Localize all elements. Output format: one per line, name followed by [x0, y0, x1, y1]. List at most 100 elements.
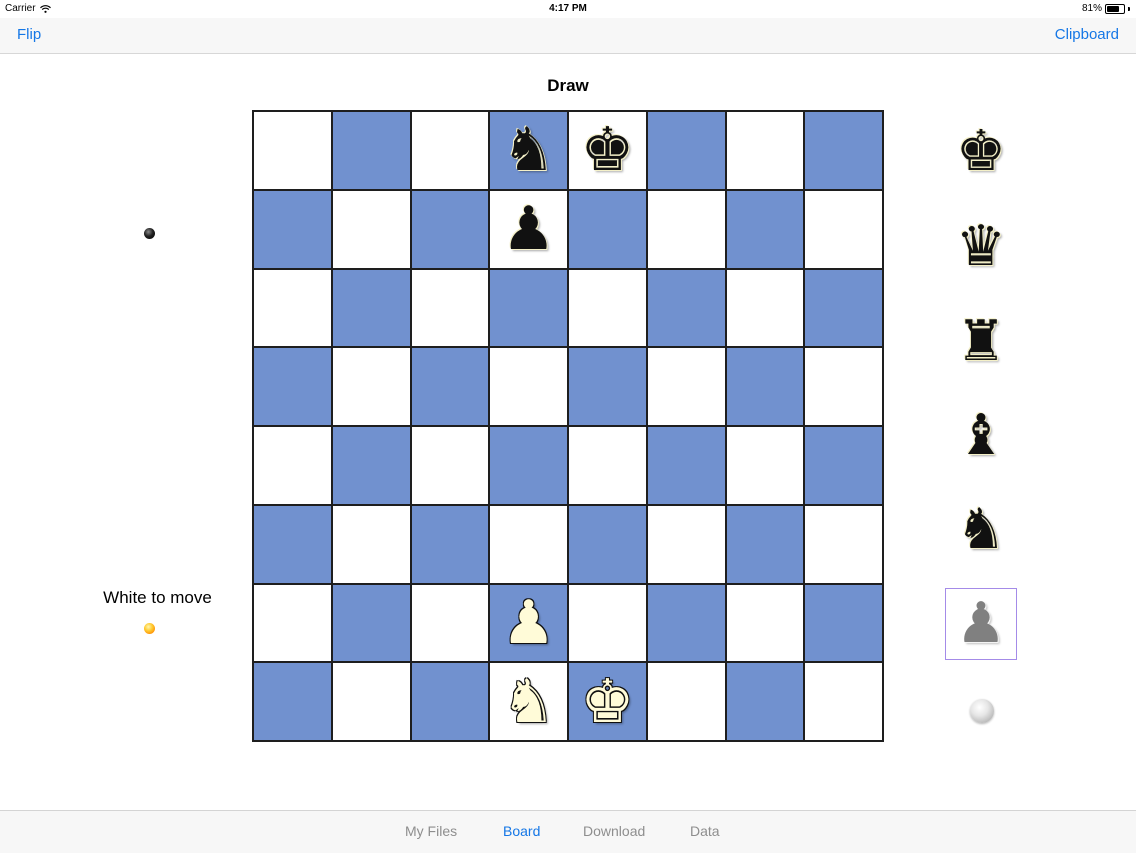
- square-c3[interactable]: [410, 504, 490, 584]
- black-rook-icon: ♜: [955, 309, 1007, 374]
- palette-rook-button[interactable]: ♜: [945, 306, 1017, 378]
- black-knight-icon: ♞: [501, 115, 556, 186]
- square-f5[interactable]: [646, 347, 726, 426]
- square-f2[interactable]: [646, 583, 726, 663]
- square-a1[interactable]: [253, 662, 332, 741]
- square-d3[interactable]: [489, 504, 568, 584]
- square-e5[interactable]: [568, 347, 647, 426]
- chess-board[interactable]: ♞ ♚ ♟ ♟ ♞ ♚: [252, 110, 884, 742]
- white-knight-icon: ♞: [501, 666, 556, 737]
- status-bar: Carrier 4:17 PM 81%: [0, 0, 1136, 18]
- square-f3[interactable]: [646, 504, 726, 584]
- square-a3[interactable]: [253, 504, 332, 584]
- square-d1[interactable]: ♞: [489, 662, 568, 741]
- square-d7[interactable]: ♟: [489, 189, 568, 269]
- white-pawn-icon: ♟: [501, 587, 556, 658]
- square-g3[interactable]: [725, 504, 805, 584]
- square-e1[interactable]: ♚: [568, 662, 647, 741]
- palette-pawn-button[interactable]: ♟: [945, 588, 1017, 660]
- clipboard-button[interactable]: Clipboard: [1055, 26, 1119, 43]
- square-a4[interactable]: [253, 426, 332, 505]
- battery-indicator: 81%: [1082, 3, 1130, 14]
- palette-king-button[interactable]: ♚: [945, 116, 1017, 188]
- square-a2[interactable]: [253, 583, 332, 663]
- square-d2[interactable]: ♟: [489, 583, 568, 663]
- square-f4[interactable]: [646, 426, 726, 505]
- square-h2[interactable]: [804, 583, 883, 663]
- palette-queen-button[interactable]: ♛: [945, 211, 1017, 283]
- piece-color-toggle-icon[interactable]: [970, 699, 994, 723]
- square-c7[interactable]: [410, 189, 490, 269]
- tab-download[interactable]: Download: [583, 823, 645, 839]
- tab-board[interactable]: Board: [503, 823, 540, 839]
- black-king-icon: ♚: [955, 119, 1007, 184]
- square-g4[interactable]: [725, 426, 805, 505]
- square-b2[interactable]: [331, 583, 411, 663]
- square-h1[interactable]: [804, 662, 883, 741]
- square-g6[interactable]: [725, 268, 805, 348]
- square-h8[interactable]: [804, 111, 883, 190]
- square-a8[interactable]: [253, 111, 332, 190]
- square-a6[interactable]: [253, 268, 332, 348]
- square-f7[interactable]: [646, 189, 726, 269]
- battery-percent: 81%: [1081, 3, 1102, 14]
- tab-my-files[interactable]: My Files: [405, 823, 457, 839]
- square-b3[interactable]: [331, 504, 411, 584]
- square-c4[interactable]: [410, 426, 490, 505]
- black-king-icon: ♚: [580, 115, 635, 186]
- turn-label: White to move: [103, 588, 212, 607]
- black-bishop-icon: ♝: [955, 403, 1007, 468]
- square-e6[interactable]: [568, 268, 647, 348]
- square-h4[interactable]: [804, 426, 883, 505]
- square-b4[interactable]: [331, 426, 411, 505]
- square-e7[interactable]: [568, 189, 647, 269]
- palette-bishop-button[interactable]: ♝: [945, 400, 1017, 472]
- square-d4[interactable]: [489, 426, 568, 505]
- tab-bar: My Files Board Download Data: [0, 810, 1136, 853]
- square-g8[interactable]: [725, 111, 805, 190]
- square-a7[interactable]: [253, 189, 332, 269]
- black-pawn-icon: ♟: [501, 194, 556, 265]
- black-turn-indicator-icon: [144, 228, 155, 239]
- square-h7[interactable]: [804, 189, 883, 269]
- square-e2[interactable]: [568, 583, 647, 663]
- square-b8[interactable]: [331, 111, 411, 190]
- square-c8[interactable]: [410, 111, 490, 190]
- tab-data[interactable]: Data: [690, 823, 720, 839]
- square-b6[interactable]: [331, 268, 411, 348]
- square-b1[interactable]: [331, 662, 411, 741]
- square-g2[interactable]: [725, 583, 805, 663]
- clock: 4:17 PM: [549, 3, 587, 14]
- square-g7[interactable]: [725, 189, 805, 269]
- square-a5[interactable]: [253, 347, 332, 426]
- black-queen-icon: ♛: [955, 214, 1007, 279]
- square-d8[interactable]: ♞: [489, 111, 568, 190]
- square-g5[interactable]: [725, 347, 805, 426]
- square-c2[interactable]: [410, 583, 490, 663]
- square-f1[interactable]: [646, 662, 726, 741]
- square-b7[interactable]: [331, 189, 411, 269]
- square-h6[interactable]: [804, 268, 883, 348]
- square-g1[interactable]: [725, 662, 805, 741]
- square-f6[interactable]: [646, 268, 726, 348]
- square-c6[interactable]: [410, 268, 490, 348]
- square-b5[interactable]: [331, 347, 411, 426]
- palette-knight-button[interactable]: ♞: [945, 494, 1017, 566]
- white-king-icon: ♚: [580, 666, 635, 737]
- square-e4[interactable]: [568, 426, 647, 505]
- square-f8[interactable]: [646, 111, 726, 190]
- pawn-icon-selected: ♟: [955, 591, 1007, 656]
- square-c5[interactable]: [410, 347, 490, 426]
- battery-icon: [1105, 3, 1125, 14]
- square-h3[interactable]: [804, 504, 883, 584]
- white-turn-indicator-icon[interactable]: [144, 623, 155, 634]
- flip-button[interactable]: Flip: [17, 26, 41, 43]
- square-d6[interactable]: [489, 268, 568, 348]
- square-e8[interactable]: ♚: [568, 111, 647, 190]
- square-h5[interactable]: [804, 347, 883, 426]
- square-c1[interactable]: [410, 662, 490, 741]
- square-e3[interactable]: [568, 504, 647, 584]
- square-d5[interactable]: [489, 347, 568, 426]
- black-knight-icon: ♞: [955, 497, 1007, 562]
- navigation-bar: Flip Clipboard: [0, 18, 1136, 54]
